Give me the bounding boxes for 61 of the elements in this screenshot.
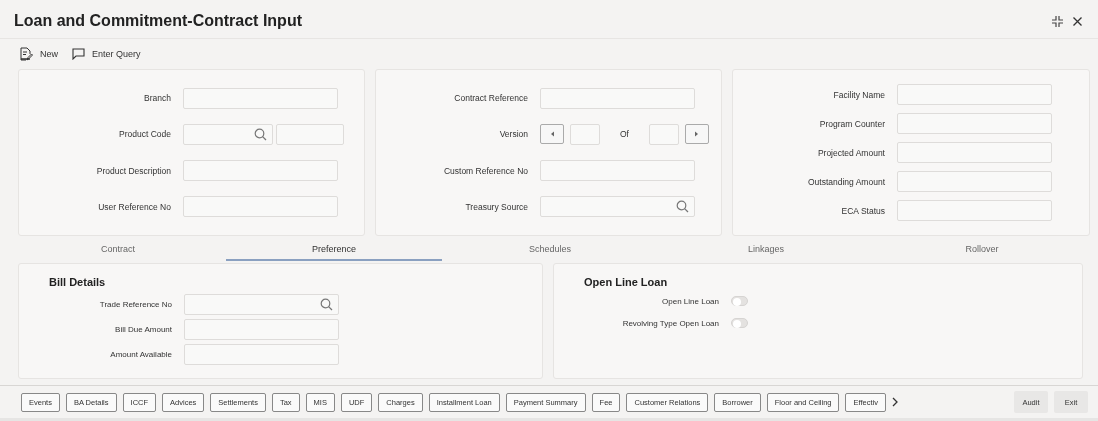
field-label: Trade Reference No xyxy=(98,300,172,309)
input-field[interactable] xyxy=(570,123,600,145)
lookup-field[interactable] xyxy=(183,123,273,145)
input-field[interactable] xyxy=(897,200,1052,221)
input-field[interactable] xyxy=(183,87,338,109)
input-field[interactable] xyxy=(540,87,695,109)
next-button[interactable] xyxy=(685,124,709,145)
input-field[interactable] xyxy=(540,160,695,182)
close-icon[interactable] xyxy=(1073,16,1082,26)
collapse-icon[interactable] xyxy=(1052,15,1063,27)
field-label: Version xyxy=(498,129,528,140)
toggle-switch[interactable] xyxy=(731,318,748,328)
tab[interactable]: Linkages xyxy=(658,238,874,261)
field-label: Contract Reference xyxy=(453,93,528,104)
input-field[interactable] xyxy=(897,84,1052,105)
tab[interactable]: Schedules xyxy=(442,238,658,261)
field-label: Open Line Loan xyxy=(661,296,719,306)
search-icon[interactable] xyxy=(254,127,267,141)
field-label: Amount Available xyxy=(109,350,172,359)
chevron-right-icon xyxy=(694,131,700,138)
toolbar-button[interactable]: Enter Query xyxy=(72,48,141,60)
field-label: ECA Status xyxy=(840,205,885,216)
chevron-left-icon xyxy=(549,131,555,138)
field-label: Product Description xyxy=(95,165,171,176)
input-field[interactable] xyxy=(184,344,339,365)
field-label: Facility Name xyxy=(832,89,885,100)
toolbar-button[interactable]: New xyxy=(20,47,58,61)
lookup-field[interactable] xyxy=(540,196,695,218)
speech-bubble-icon xyxy=(72,48,85,60)
field-label: Program Counter xyxy=(818,118,885,129)
search-icon[interactable] xyxy=(320,298,333,311)
input-field[interactable] xyxy=(276,123,344,145)
field-label: User Reference No xyxy=(97,201,171,212)
document-edit-icon xyxy=(20,47,33,61)
chevron-right-icon[interactable] xyxy=(891,397,898,407)
field-label: Treasury Source xyxy=(464,201,528,212)
input-field[interactable] xyxy=(649,123,679,145)
input-field[interactable] xyxy=(897,142,1052,163)
input-field[interactable] xyxy=(183,196,338,218)
input-field[interactable] xyxy=(897,113,1052,134)
search-icon[interactable] xyxy=(676,200,689,214)
input-field[interactable] xyxy=(183,160,338,182)
tab[interactable]: Preference xyxy=(226,238,442,261)
field-label: Branch xyxy=(143,93,171,104)
input-field[interactable] xyxy=(184,319,339,340)
field-label: Revolving Type Open Loan xyxy=(621,318,719,328)
toggle-switch[interactable] xyxy=(731,296,748,306)
input-field[interactable] xyxy=(897,171,1052,192)
tab[interactable]: Contract xyxy=(10,238,226,261)
previous-button[interactable] xyxy=(540,124,564,145)
of-label: Of xyxy=(620,129,629,140)
window-title: Loan and Commitment-Contract Input xyxy=(14,12,302,30)
field-label: Projected Amount xyxy=(816,147,885,158)
tab[interactable]: Rollover xyxy=(874,238,1090,261)
field-label: Bill Due Amount xyxy=(114,325,172,334)
field-label: Product Code xyxy=(118,129,171,140)
field-label: Outstanding Amount xyxy=(806,176,885,187)
lookup-field[interactable] xyxy=(184,294,339,315)
section-title: Open Line Loan xyxy=(584,276,668,288)
field-label: Custom Reference No xyxy=(442,165,528,176)
section-title: Bill Details xyxy=(49,276,106,288)
